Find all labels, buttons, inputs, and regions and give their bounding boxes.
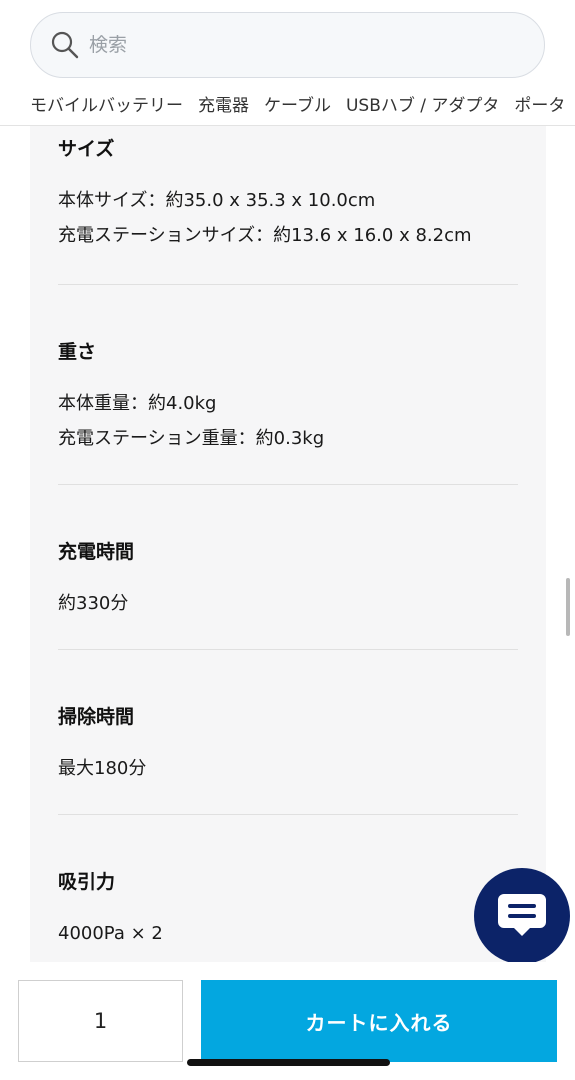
spec-value: 4000Pa × 2 [58,923,163,944]
add-to-cart-button[interactable]: カートに入れる [201,980,557,1062]
spec-section-suction: 吸引力 4000Pa × 2 [30,814,546,951]
search-input[interactable] [89,34,489,56]
spec-title: 吸引力 [58,871,116,893]
scrollbar-thumb[interactable] [566,578,570,636]
spec-title: 充電時間 [58,541,135,563]
spec-section-weight: 重さ 本体重量：約4.0kg 充電ステーション重量：約0.3kg [30,284,546,484]
search-bar [30,12,545,78]
category-mobile-battery[interactable]: モバイルバッテリー [30,88,183,124]
spec-section-clean-time: 掃除時間 最大180分 [30,649,546,814]
quantity-input[interactable]: 1 [18,980,183,1062]
category-charger[interactable]: 充電器 [198,88,249,124]
spec-value: 本体サイズ：約35.0 x 35.3 x 10.0cm [58,190,376,211]
category-nav: モバイルバッテリー 充電器 ケーブル USBハブ / アダプタ ポータ [0,88,575,126]
category-cable[interactable]: ケーブル [264,88,331,124]
spec-panel: サイズ 本体サイズ：約35.0 x 35.3 x 10.0cm 充電ステーション… [30,126,546,962]
spec-title: 重さ [58,341,97,363]
spec-value: 最大180分 [58,758,147,779]
search-box[interactable] [30,12,545,78]
home-indicator [187,1059,390,1066]
spec-value: 充電ステーション重量：約0.3kg [58,428,325,449]
chat-button[interactable] [474,868,570,964]
category-usb-hub-adapter[interactable]: USBハブ / アダプタ [346,88,499,124]
product-spec-page: モバイルバッテリー充電器ケーブル USBハブ / アダプタポータ サイズ 本体サイ… [0,0,575,1080]
spec-value: 充電ステーションサイズ：約13.6 x 16.0 x 8.2cm [58,225,472,246]
chat-bubble-icon [494,886,550,946]
spec-section-size: サイズ 本体サイズ：約35.0 x 35.3 x 10.0cm 充電ステーション… [30,126,546,284]
spec-section-charge-time: 充電時間 約330分 [30,484,546,649]
spec-title: 掃除時間 [58,706,135,728]
search-icon [49,29,81,61]
spec-value: 約330分 [58,593,129,614]
spec-value: 本体重量：約4.0kg [58,393,217,414]
spec-title: サイズ [58,138,115,160]
category-portable[interactable]: ポータ [514,88,565,124]
